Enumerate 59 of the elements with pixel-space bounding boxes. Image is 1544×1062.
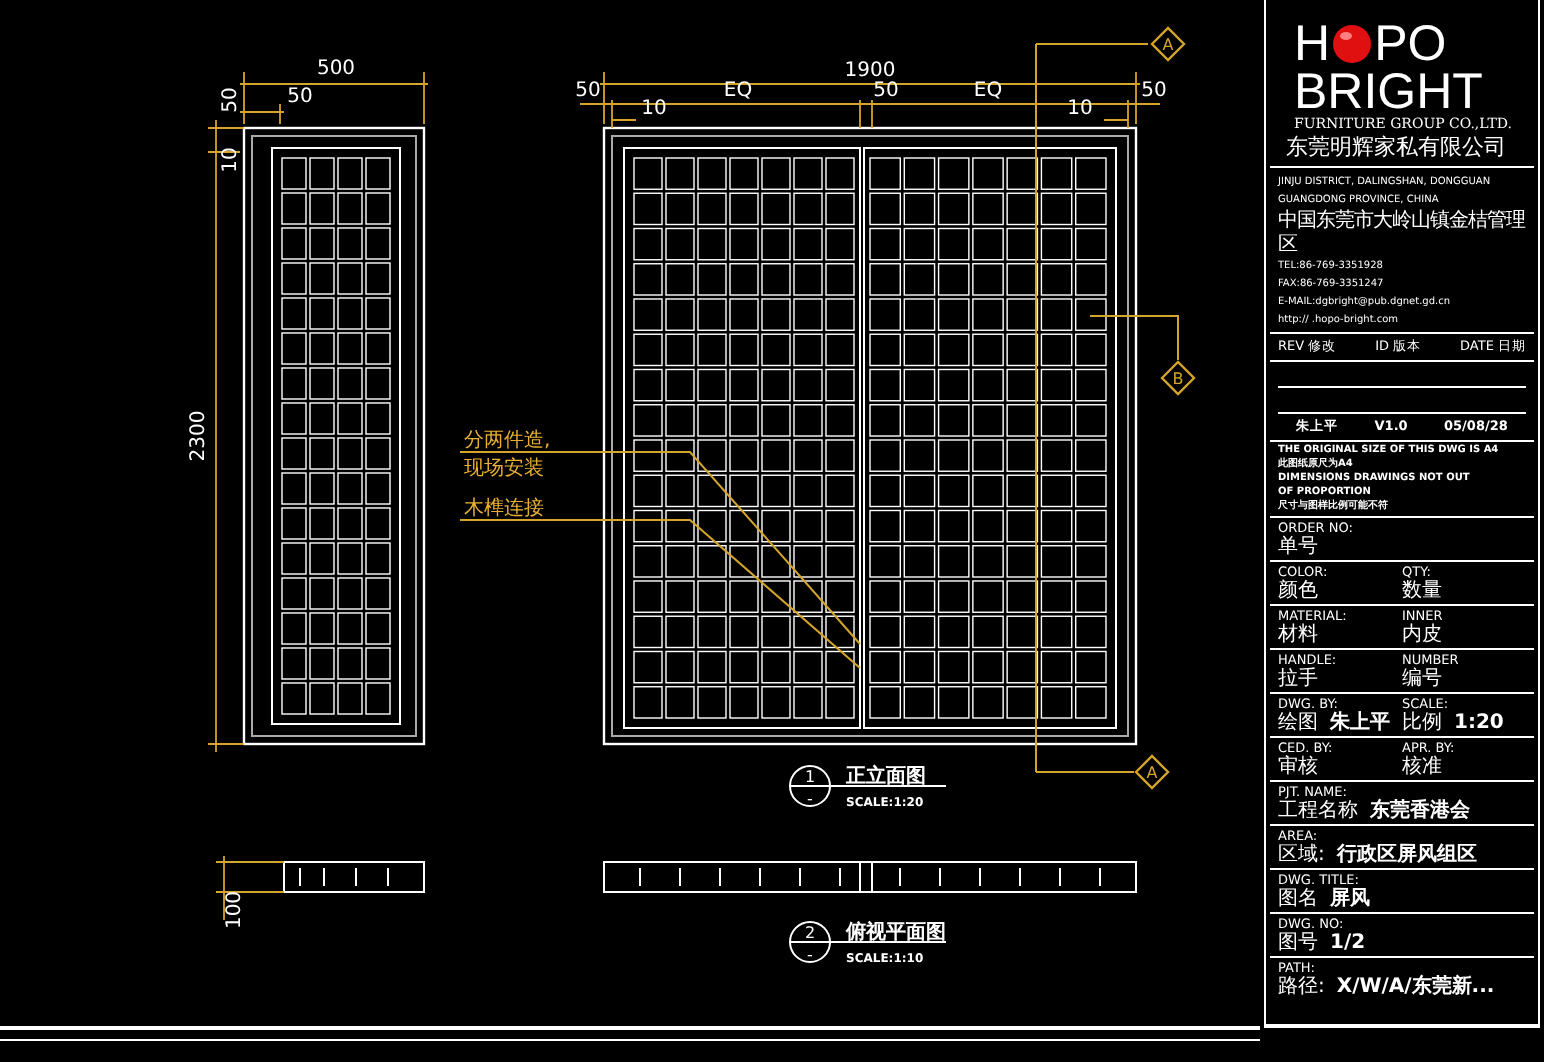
field-caption: 拉手 [1278, 668, 1318, 690]
field-caption: 核准 [1402, 756, 1442, 778]
dimension-label: 50 [575, 80, 601, 102]
field-value: X/W/A/东莞新... [1336, 976, 1495, 998]
field-caption: 比例 [1402, 712, 1442, 734]
field-caption: 图名 [1278, 888, 1318, 910]
field-caption: 工程名称 [1278, 800, 1358, 822]
dimension-label: 50 [220, 87, 242, 113]
field-value: 屏风 [1330, 888, 1370, 910]
dimension-label: 50 [873, 80, 899, 102]
field-caption: 颜色 [1278, 580, 1318, 602]
dimension-label: 50 [287, 86, 313, 108]
logo-text: PO [1374, 20, 1447, 68]
view-number: 2 [804, 924, 816, 942]
dimension-label: 10 [1067, 98, 1093, 120]
dimension-label: 100 [224, 890, 246, 930]
side-plan-drawing [283, 861, 425, 893]
view-number: 1 [804, 768, 816, 786]
dimension-label: 50 [1141, 80, 1167, 102]
field-caption: 单号 [1278, 536, 1318, 558]
field-caption: 图号 [1278, 932, 1318, 954]
dimension-label: EQ [973, 80, 1003, 102]
field-caption: 绘图 [1278, 712, 1318, 734]
company-name: 东莞明辉家私有限公司 [1270, 132, 1534, 168]
section-marker-icon [1134, 754, 1170, 790]
note-text: 现场安装 [464, 458, 544, 480]
field-caption: 审核 [1278, 756, 1318, 778]
marker-label: A [1162, 36, 1174, 54]
field-value: 行政区屏风组区 [1336, 844, 1477, 866]
view-title: 俯视平面图 [846, 922, 946, 944]
section-marker-icon [1150, 26, 1186, 62]
field-caption: 路径: [1278, 976, 1325, 998]
marker-label: B [1172, 370, 1184, 388]
dimension-label: 1900 [844, 60, 896, 82]
dimension-label: 10 [220, 147, 242, 173]
note-text: 分两件造, [464, 430, 551, 452]
field-caption: 材料 [1278, 624, 1318, 646]
logo-text: H [1294, 20, 1331, 68]
view-number: - [807, 790, 813, 808]
dimension-label: 10 [641, 98, 667, 120]
field-caption: 数量 [1402, 580, 1442, 602]
view-title: 正立面图 [846, 766, 926, 788]
view-number: - [807, 946, 813, 964]
dimension-label: 500 [316, 58, 356, 80]
logo-text: BRIGHT [1292, 68, 1483, 116]
note-text: 木榫连接 [464, 498, 544, 520]
field-caption: 编号 [1402, 668, 1442, 690]
logo-ball-icon [1332, 24, 1373, 64]
address-line: 中国东莞市大岭山镇金桔管理区 [1278, 210, 1526, 258]
field-value: 朱上平 [1330, 712, 1390, 734]
field-caption: 区域: [1278, 844, 1325, 866]
field-value: 1/2 [1330, 932, 1366, 954]
dimension-label: 2300 [188, 410, 210, 462]
field-caption: 内皮 [1402, 624, 1442, 646]
marker-label: A [1146, 764, 1158, 782]
field-value: 东莞香港会 [1370, 800, 1470, 822]
section-marker-icon [1160, 360, 1196, 396]
dimension-label: EQ [723, 80, 753, 102]
field-value: 1:20 [1454, 712, 1504, 734]
